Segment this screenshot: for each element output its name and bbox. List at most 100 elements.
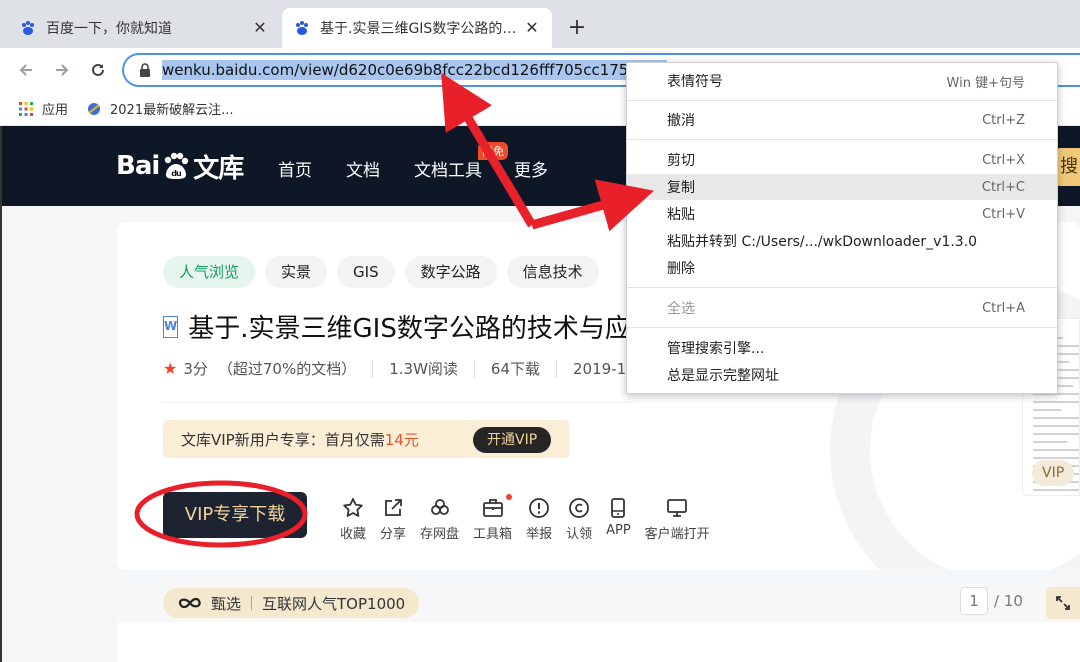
- share-icon: [385, 499, 402, 516]
- menu-item-show-full-url[interactable]: 总是显示完整网址: [627, 362, 1057, 388]
- bookmark-label: 应用: [42, 103, 69, 118]
- read-count: 1.3W阅读: [389, 360, 458, 378]
- menu-item-select-all[interactable]: 全选 Ctrl+A: [627, 295, 1057, 321]
- bookmark-apps[interactable]: 应用: [18, 99, 68, 118]
- plus-icon[interactable]: +: [565, 16, 589, 40]
- divider: [372, 359, 374, 378]
- menu-label: 全选: [667, 301, 695, 317]
- close-tab-icon[interactable]: ✕: [252, 20, 268, 36]
- menu-separator: [627, 100, 1057, 101]
- menu-label: 删除: [667, 261, 695, 277]
- menu-label: 表情符号: [667, 74, 723, 90]
- menu-label: 剪切: [667, 153, 695, 169]
- menu-item-undo[interactable]: 撤消 Ctrl+Z: [627, 107, 1057, 133]
- tag[interactable]: 信息技术: [506, 256, 599, 288]
- menu-label: 粘贴并转到 C:/Users/.../wkDownloader_v1.3.0: [667, 234, 978, 250]
- tab-title: 基于.实景三维GIS数字公路的技术与应用: [320, 21, 524, 37]
- menu-item-paste-and-go[interactable]: 粘贴并转到 C:/Users/.../wkDownloader_v1.3.0: [627, 228, 1057, 254]
- preview-vip-badge: VIP: [1032, 460, 1075, 486]
- nav-docs[interactable]: 文档: [346, 156, 380, 181]
- menu-item-delete[interactable]: 删除: [627, 255, 1057, 281]
- vip-promo-text: 文库VIP新用户专享：首月仅需: [181, 430, 385, 449]
- vip-download-button[interactable]: VIP专享下载: [163, 492, 307, 538]
- copyright-icon: [569, 498, 589, 518]
- baidu-wenku-logo[interactable]: Bai du 文库: [116, 148, 244, 184]
- window-edge: [0, 126, 2, 662]
- menu-item-emoji[interactable]: 表情符号 Win 键+句号: [627, 68, 1057, 94]
- report-icon: [529, 498, 549, 518]
- divider: [163, 402, 633, 403]
- menu-separator: [627, 327, 1057, 328]
- baidu-paw-icon: du: [165, 152, 189, 179]
- forward-arrow-icon[interactable]: [48, 56, 76, 84]
- doc-title-text: 基于.实景三维GIS数字公路的技术与应用: [188, 314, 633, 344]
- selection-badge[interactable]: 甄选 互联网人气TOP1000: [163, 588, 420, 618]
- doc-meta: ★ 3分 （超过70%的文档） 1.3W阅读 64下载 2019-12-: [163, 358, 641, 379]
- lock-icon: [140, 63, 150, 77]
- url-text[interactable]: wenku.baidu.com/view/d620c0e69b8fcc22bcd…: [162, 60, 667, 80]
- apps-grid-icon: [19, 101, 33, 116]
- doc-title: W 基于.实景三维GIS数字公路的技术与应用: [163, 308, 633, 345]
- menu-item-paste[interactable]: 粘贴 Ctrl+V: [627, 201, 1057, 227]
- current-page-input[interactable]: 1: [960, 587, 988, 615]
- menu-separator: [627, 287, 1057, 288]
- close-tab-icon[interactable]: ✕: [524, 20, 540, 36]
- nav-doc-tools[interactable]: 文档工具: [414, 156, 482, 181]
- menu-item-manage-search-engines[interactable]: 管理搜索引擎...: [627, 335, 1057, 361]
- claim-button[interactable]: 认领: [566, 496, 592, 542]
- bookmark-site[interactable]: 2021最新破解云注...: [86, 99, 234, 118]
- notification-dot: [506, 494, 513, 500]
- nav-home[interactable]: 首页: [278, 156, 312, 181]
- action-label: 收藏: [340, 527, 367, 542]
- menu-item-cut[interactable]: 剪切 Ctrl+X: [627, 147, 1057, 173]
- app-button[interactable]: APP: [606, 496, 631, 542]
- logo-text: 文库: [193, 153, 244, 184]
- menu-shortcut: Ctrl+C: [981, 179, 1025, 195]
- divider: [556, 359, 558, 378]
- favorite-button[interactable]: 收藏: [340, 496, 366, 542]
- selection-label: 甄选: [211, 594, 242, 613]
- divider: [251, 596, 253, 610]
- fullscreen-button[interactable]: [1046, 587, 1080, 619]
- svg-text:du: du: [172, 169, 183, 178]
- open-vip-button[interactable]: 开通VIP: [473, 427, 552, 453]
- star-icon: [343, 498, 363, 517]
- menu-shortcut: Ctrl+V: [982, 206, 1025, 222]
- page-indicator: 1 / 10: [960, 587, 1023, 615]
- action-label: APP: [606, 523, 631, 538]
- bookmark-site-icon: [88, 102, 101, 115]
- word-doc-icon: W: [163, 315, 179, 338]
- search-button[interactable]: 搜索: [1056, 148, 1080, 186]
- tab-baidu-home[interactable]: 百度一下，你就知道 ✕: [8, 8, 280, 48]
- rating-note: （超过70%的文档）: [217, 360, 357, 378]
- menu-label: 撤消: [667, 113, 695, 129]
- tab-strip: 百度一下，你就知道 ✕ 基于.实景三维GIS数字公路的技术与应用 ✕ +: [0, 0, 1080, 48]
- back-arrow-icon[interactable]: [12, 56, 40, 84]
- total-pages: / 10: [994, 592, 1023, 610]
- star-icon: ★: [163, 359, 178, 378]
- toolbox-button[interactable]: 工具箱: [473, 494, 513, 542]
- tag-hot[interactable]: 人气浏览: [163, 256, 256, 288]
- cloud-disk-icon: [430, 499, 449, 515]
- save-to-netdisk-button[interactable]: 存网盘: [420, 496, 459, 542]
- report-button[interactable]: 举报: [526, 496, 552, 542]
- download-count: 64下载: [490, 360, 541, 378]
- tag[interactable]: GIS: [337, 256, 395, 288]
- nav-more[interactable]: 更多: [514, 156, 548, 181]
- menu-label: 粘贴: [667, 207, 695, 223]
- menu-item-copy[interactable]: 复制 Ctrl+C: [627, 174, 1057, 200]
- menu-shortcut: Ctrl+A: [982, 300, 1025, 316]
- context-menu: 表情符号 Win 键+句号 撤消 Ctrl+Z 剪切 Ctrl+X 复制 Ctrl+C …: [626, 62, 1058, 394]
- action-label: 举报: [526, 527, 553, 542]
- menu-label: 总是显示完整网址: [667, 368, 779, 384]
- action-label: 认领: [566, 527, 593, 542]
- logo-text: Bai: [116, 151, 160, 181]
- tag[interactable]: 数字公路: [404, 256, 497, 288]
- reload-icon[interactable]: [84, 56, 112, 84]
- tab-wenku-doc[interactable]: 基于.实景三维GIS数字公路的技术与应用 ✕: [282, 8, 552, 48]
- open-in-client-button[interactable]: 客户端打开: [645, 496, 710, 542]
- baidu-paw-icon: [294, 20, 310, 36]
- infinity-icon: [178, 597, 201, 609]
- share-button[interactable]: 分享: [380, 496, 406, 542]
- tag[interactable]: 实景: [265, 256, 328, 288]
